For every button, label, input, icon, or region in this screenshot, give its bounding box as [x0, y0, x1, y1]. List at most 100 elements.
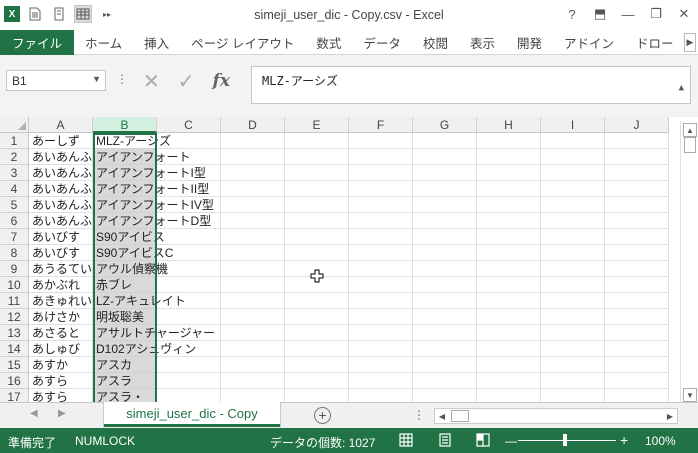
- ribbon-tab-5[interactable]: データ: [352, 30, 412, 55]
- cell[interactable]: [157, 357, 221, 373]
- cell[interactable]: [477, 197, 541, 213]
- cell[interactable]: [541, 245, 605, 261]
- cell-b[interactable]: アイアンフォートIV型: [93, 197, 214, 213]
- touch-mode-icon[interactable]: [50, 5, 68, 23]
- cell-b[interactable]: アスラ・: [93, 389, 157, 402]
- cell[interactable]: [221, 293, 285, 309]
- cell[interactable]: [541, 181, 605, 197]
- cell[interactable]: [477, 277, 541, 293]
- cell[interactable]: [349, 325, 413, 341]
- cell[interactable]: [349, 293, 413, 309]
- cell[interactable]: [605, 309, 669, 325]
- zoom-out-button[interactable]: —: [505, 434, 517, 448]
- cell[interactable]: [541, 213, 605, 229]
- cell[interactable]: [285, 373, 349, 389]
- insert-function-icon[interactable]: fx: [213, 71, 230, 91]
- excel-logo-icon[interactable]: X: [4, 6, 20, 22]
- cell[interactable]: [221, 149, 285, 165]
- cell[interactable]: [221, 133, 285, 149]
- close-button[interactable]: ✕: [670, 0, 698, 28]
- cell[interactable]: [221, 213, 285, 229]
- cell[interactable]: [541, 165, 605, 181]
- scroll-up-icon[interactable]: ▲: [683, 123, 697, 137]
- cell-b[interactable]: S90アイビス: [93, 229, 165, 245]
- chevron-down-icon[interactable]: ▼: [92, 74, 101, 84]
- cell-a[interactable]: あいあんふぉーと: [29, 181, 93, 197]
- sheet-next-icon[interactable]: ▶: [58, 408, 66, 419]
- cell[interactable]: [349, 261, 413, 277]
- cell[interactable]: [477, 261, 541, 277]
- cell[interactable]: [605, 341, 669, 357]
- cell[interactable]: [349, 133, 413, 149]
- cell[interactable]: [605, 357, 669, 373]
- table-view-icon[interactable]: [74, 5, 92, 23]
- cell[interactable]: [605, 181, 669, 197]
- cell[interactable]: [221, 373, 285, 389]
- cell-b[interactable]: アスカ: [93, 357, 157, 373]
- cell[interactable]: [221, 181, 285, 197]
- cell[interactable]: [285, 293, 349, 309]
- cell-a[interactable]: あいあんふぉーと: [29, 197, 93, 213]
- cell[interactable]: [605, 245, 669, 261]
- select-all-button[interactable]: [0, 117, 29, 133]
- ribbon-tab-10[interactable]: ドロー: [625, 30, 685, 55]
- minimize-button[interactable]: —: [614, 0, 642, 28]
- ribbon-scroll-right-icon[interactable]: ▶: [684, 33, 696, 52]
- row-header[interactable]: 6: [0, 213, 29, 229]
- cell-a[interactable]: あいあんふぉーと: [29, 149, 93, 165]
- customize-qat-icon[interactable]: ▸▸: [98, 5, 116, 23]
- cell[interactable]: [541, 133, 605, 149]
- cell-a[interactable]: あーしず: [29, 133, 93, 149]
- row-header[interactable]: 10: [0, 277, 29, 293]
- cell[interactable]: [413, 197, 477, 213]
- cell[interactable]: [285, 133, 349, 149]
- cell[interactable]: [221, 245, 285, 261]
- cell[interactable]: [157, 229, 221, 245]
- cell[interactable]: [413, 389, 477, 402]
- cell[interactable]: [285, 309, 349, 325]
- cell-a[interactable]: あいびす: [29, 229, 93, 245]
- row-header[interactable]: 2: [0, 149, 29, 165]
- cell-b[interactable]: アイアンフォートII型: [93, 181, 209, 197]
- horizontal-scroll-thumb[interactable]: [451, 410, 469, 422]
- row-header[interactable]: 11: [0, 293, 29, 309]
- cell-b[interactable]: アイアンフォート: [93, 149, 191, 165]
- scroll-right-icon[interactable]: ▶: [663, 409, 677, 423]
- new-document-icon[interactable]: [26, 5, 44, 23]
- collapse-formula-bar-icon[interactable]: ▲: [679, 83, 684, 93]
- cell[interactable]: [349, 341, 413, 357]
- cell[interactable]: [477, 389, 541, 402]
- cell-b[interactable]: アサルトチャージャー: [93, 325, 215, 341]
- cell[interactable]: [413, 261, 477, 277]
- cell[interactable]: [541, 389, 605, 402]
- cell-a[interactable]: あけさか: [29, 309, 93, 325]
- column-header-b[interactable]: B: [93, 117, 157, 133]
- cell[interactable]: [221, 261, 285, 277]
- cell-a[interactable]: あすら: [29, 389, 93, 402]
- cell[interactable]: [285, 149, 349, 165]
- cell[interactable]: [477, 149, 541, 165]
- ribbon-tab-8[interactable]: 開発: [506, 30, 553, 55]
- worksheet-grid[interactable]: ABCDEFGHIJ 1 MLZ-アーシズあーしず2 アイアンフォートあいあんふぉーと…: [0, 117, 678, 402]
- cell[interactable]: [541, 229, 605, 245]
- cell-b[interactable]: MLZ-アーシズ: [93, 133, 171, 149]
- cell[interactable]: [221, 165, 285, 181]
- cell[interactable]: [349, 245, 413, 261]
- cell[interactable]: [605, 165, 669, 181]
- vertical-scroll-thumb[interactable]: [684, 137, 696, 153]
- ribbon-tab-0[interactable]: ファイル: [0, 30, 75, 55]
- row-header[interactable]: 8: [0, 245, 29, 261]
- cell[interactable]: [541, 309, 605, 325]
- cell[interactable]: [477, 373, 541, 389]
- cell-b[interactable]: アスラ: [93, 373, 157, 389]
- add-sheet-icon[interactable]: +: [314, 407, 331, 424]
- cell[interactable]: [541, 293, 605, 309]
- cell[interactable]: [541, 197, 605, 213]
- cell[interactable]: [285, 213, 349, 229]
- page-layout-view-icon[interactable]: [438, 433, 452, 447]
- cell[interactable]: [221, 197, 285, 213]
- cell[interactable]: [477, 325, 541, 341]
- cell[interactable]: [605, 213, 669, 229]
- scroll-left-icon[interactable]: ◀: [435, 409, 449, 423]
- cell[interactable]: [413, 373, 477, 389]
